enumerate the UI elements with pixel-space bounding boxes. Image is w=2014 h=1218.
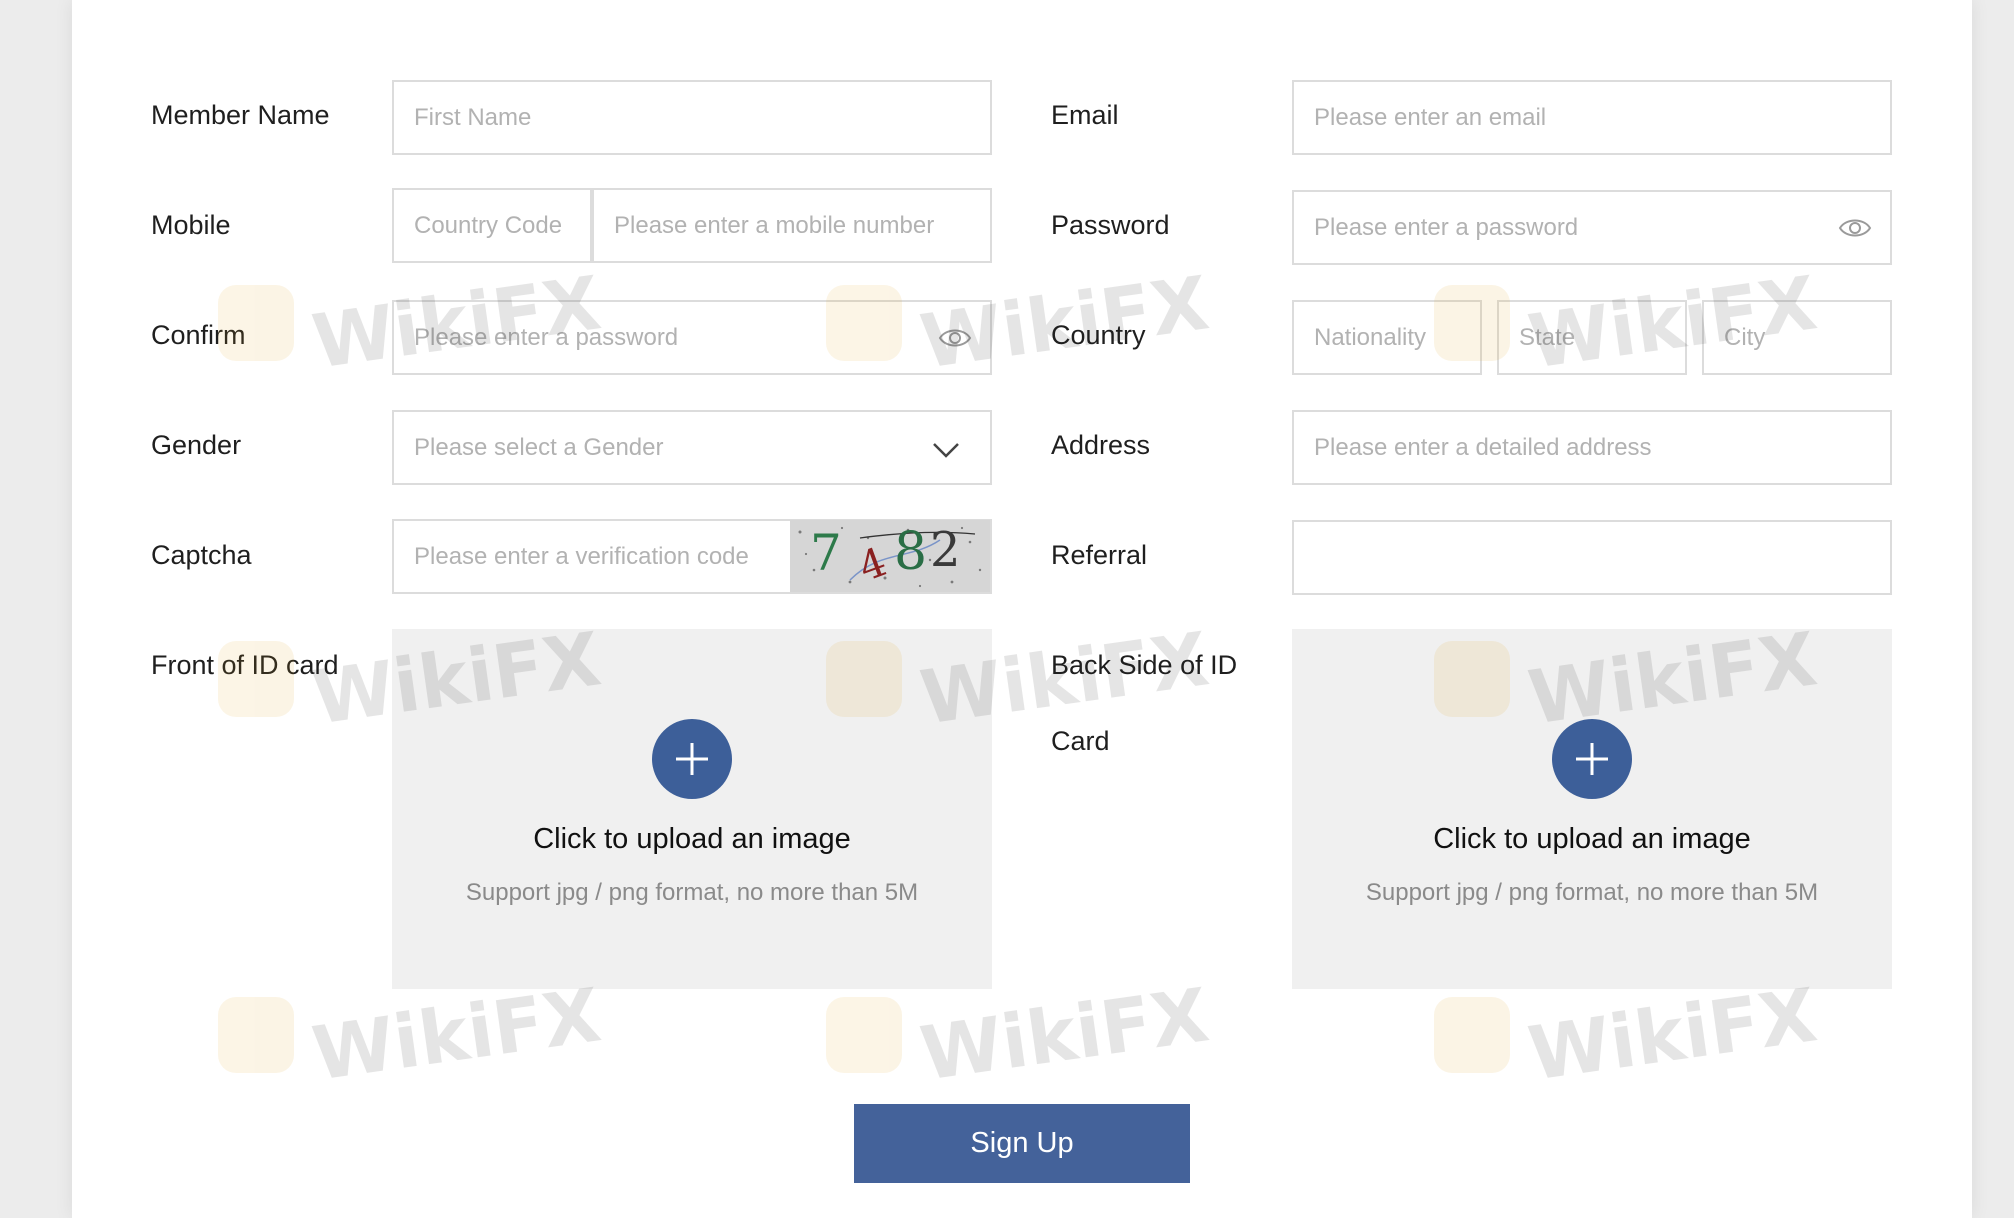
chevron-down-icon (933, 443, 959, 458)
country-code-input[interactable] (394, 190, 590, 261)
address-input[interactable] (1294, 412, 1890, 483)
email-field (1292, 80, 1892, 155)
referral-input[interactable] (1294, 522, 1890, 593)
city-input[interactable] (1704, 302, 1890, 373)
mobile-label: Mobile (151, 210, 231, 240)
confirm-password-input[interactable] (394, 302, 990, 373)
address-label: Address (1051, 430, 1151, 460)
password-input[interactable] (1294, 192, 1890, 263)
city-field (1702, 300, 1892, 375)
mobile-number-field (592, 188, 992, 263)
country-code-field (392, 188, 592, 263)
upload-hint: Support jpg / png format, no more than 5… (1365, 879, 1819, 906)
upload-title: Click to upload an image (533, 823, 851, 855)
referral-field (1292, 520, 1892, 595)
member-name-label: Member Name (151, 100, 330, 130)
signup-form-panel (72, 0, 1972, 1218)
state-field (1497, 300, 1687, 375)
country-label: Country (1051, 320, 1146, 350)
add-image-button[interactable] (652, 719, 732, 799)
confirm-password-field (392, 300, 992, 375)
nationality-input[interactable] (1294, 302, 1480, 373)
add-image-button[interactable] (1552, 719, 1632, 799)
eye-icon[interactable] (1838, 214, 1872, 242)
captcha-input[interactable] (394, 521, 792, 592)
captcha-char-1: 7 (810, 524, 842, 582)
member-name-field (392, 80, 992, 155)
plus-icon (1576, 743, 1608, 775)
captcha-image[interactable]: 7 4 8 2 (790, 520, 990, 592)
mobile-number-input[interactable] (594, 190, 990, 261)
back-id-upload[interactable]: Click to upload an image Support jpg / p… (1292, 629, 1892, 989)
email-input[interactable] (1294, 82, 1890, 153)
back-id-label-line2: Card (1051, 726, 1110, 756)
captcha-char-3: 8 (894, 522, 928, 582)
email-label: Email (1051, 100, 1119, 130)
nationality-field (1292, 300, 1482, 375)
upload-title: Click to upload an image (1433, 823, 1751, 855)
captcha-label: Captcha (151, 540, 252, 570)
sign-up-button[interactable]: Sign Up (854, 1104, 1190, 1183)
first-name-input[interactable] (394, 82, 990, 153)
front-id-upload[interactable]: Click to upload an image Support jpg / p… (392, 629, 992, 989)
password-label: Password (1051, 210, 1170, 240)
eye-icon[interactable] (938, 324, 972, 352)
confirm-label: Confirm (151, 320, 246, 350)
gender-label: Gender (151, 430, 242, 460)
password-field (1292, 190, 1892, 265)
referral-label: Referral (1051, 540, 1148, 570)
upload-hint: Support jpg / png format, no more than 5… (465, 879, 919, 906)
address-field (1292, 410, 1892, 485)
back-id-label-line1: Back Side of ID (1051, 650, 1238, 680)
front-id-label: Front of ID card (151, 650, 339, 680)
gender-select-placeholder: Please select a Gender (414, 434, 664, 461)
gender-select[interactable]: Please select a Gender (392, 410, 992, 485)
state-input[interactable] (1499, 302, 1685, 373)
plus-icon (676, 743, 708, 775)
captcha-char-4: 2 (930, 522, 961, 578)
